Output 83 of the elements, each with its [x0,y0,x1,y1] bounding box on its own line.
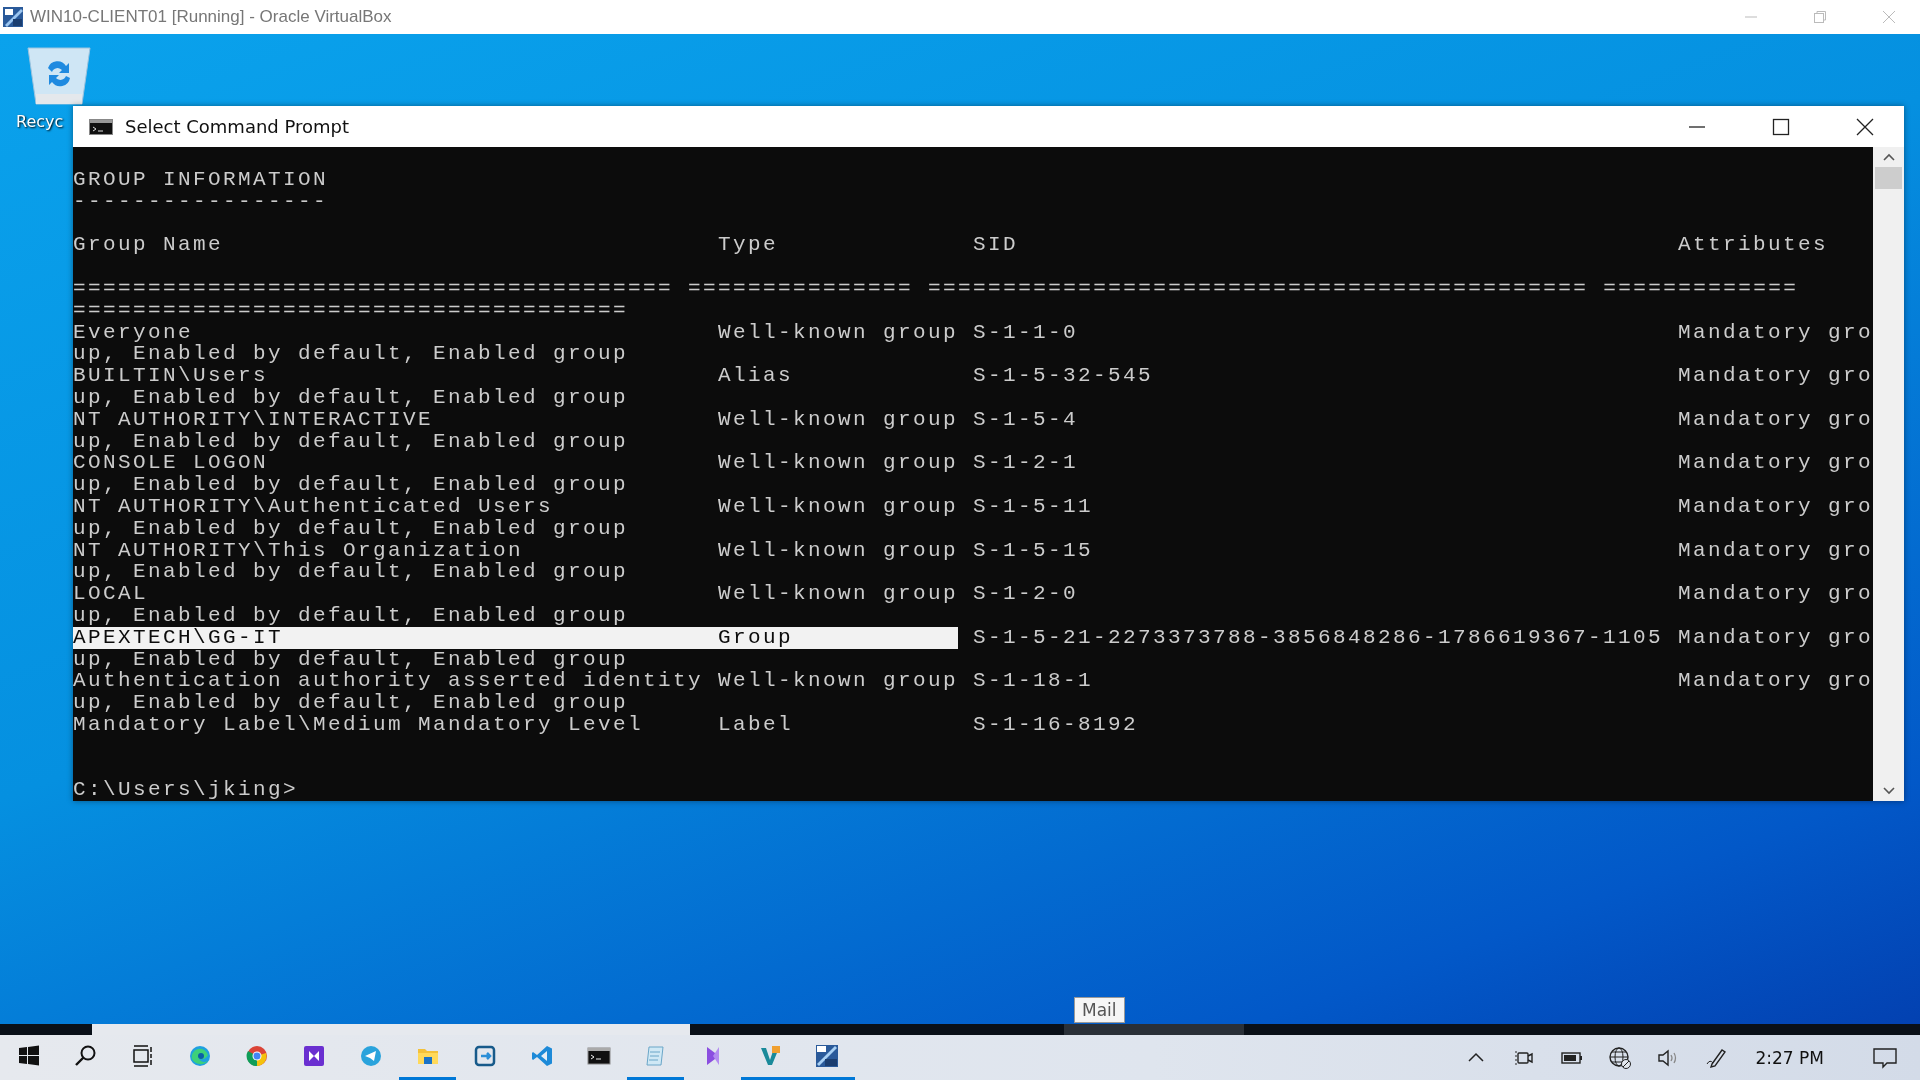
icon-label: Recyc [16,112,64,131]
virtualbox-icon [814,1044,839,1068]
scroll-up-icon[interactable] [1882,153,1895,161]
paper-plane-icon [358,1044,383,1068]
table-cell-text: S-1-2-0 [973,583,1079,605]
globe-icon[interactable] [1607,1045,1632,1070]
column-header: SID [973,234,1019,257]
browser-icon [187,1044,212,1068]
column-header: Attributes [1678,234,1829,257]
console-text: up, Enabled by default, Enabled group [73,386,629,409]
table-cell: Mandatory gro [1678,408,1873,431]
console-text: up, Enabled by default, Enabled group [73,343,629,366]
notification-icon[interactable] [1872,1045,1898,1070]
table-cell: Mandatory gro [1678,626,1873,649]
remote-app-icon [472,1044,497,1068]
table-cell-text: Label [718,713,794,736]
table-cell-text: BUILTIN\Users [73,365,270,387]
column-header: Type [718,234,779,257]
recycle-bin-icon [24,44,94,106]
console-text: ----------------- [73,190,329,213]
scrollbar[interactable] [1873,147,1904,801]
table-cell-text: S-1-2-1 [973,452,1079,475]
table-cell-text: Mandatory Label\Medium Mandatory Level [73,713,645,736]
table-cell: Group [718,626,958,649]
table-cell: Mandatory gro [1678,321,1873,344]
table-cell-text: Well-known group [718,452,960,475]
console-text: up, Enabled by default, Enabled group [73,517,629,540]
table-cell-text: Everyone [73,321,195,344]
terminal-icon [89,118,113,135]
terminal-icon [586,1044,611,1068]
table-cell: Mandatory gro [1678,670,1873,693]
table-cell-text: Authentication authority asserted identity [73,670,705,693]
window-title: Select Command Prompt [125,116,350,137]
console-text: ===================================== [73,299,629,322]
search-icon [73,1044,98,1068]
table-cell-text: S-1-5-21-2273373788-3856848286-1786619367-1105 [973,626,1665,649]
table-cell-text: S-1-5-11 [973,495,1095,518]
table-cell: APEXTECH\GG-IT [73,626,718,649]
table-cell-text: NT AUTHORITY\INTERACTIVE [73,408,435,431]
table-cell-text: S-1-5-15 [973,539,1095,562]
table-cell-text: Well-known group [718,495,960,518]
console-text: up, Enabled by default, Enabled group [73,648,629,671]
table-cell: Mandatory gro [1678,583,1873,605]
scroll-down-icon[interactable] [1882,787,1895,795]
tooltip: Mail [1074,997,1125,1023]
table-cell-text: S-1-16-8192 [973,713,1140,736]
table-cell-text: Well-known group [718,408,960,431]
table-cell-text: Well-known group [718,539,960,562]
clock-text[interactable]: 2:27 PM [1739,1047,1850,1068]
table-cell: Mandatory gro [1678,365,1873,387]
table-cell-text: S-1-5-4 [973,408,1079,431]
table-cell-text: Well-known group [718,670,960,693]
table-cell: Mandatory gro [1678,539,1873,562]
table-cell-text: Well-known group [718,583,960,605]
window-title: WIN10-CLIENT01 [Running] - Oracle VirtualBox [30,7,392,27]
media-app-icon [301,1044,326,1068]
console-text: ======================================== =============== ============================================ ============= [73,278,1799,300]
scroll-thumb[interactable] [1875,167,1902,189]
table-cell-text: S-1-1-0 [973,321,1079,344]
command-prompt[interactable]: C:\Users\jking> [73,779,299,801]
table-cell-text: Alias [718,365,794,387]
column-header: Group Name [73,234,225,257]
code-editor-icon [529,1044,554,1068]
table-cell-text: NT AUTHORITY\This Organization [73,539,525,562]
maximize-icon[interactable] [1772,117,1790,136]
table-cell: Mandatory gro [1678,452,1873,475]
table-cell-text: LOCAL [73,583,149,605]
console-text: up, Enabled by default, Enabled group [73,474,629,496]
table-cell-text: S-1-5-32-545 [973,365,1155,387]
windows-logo-icon [16,1044,41,1068]
table-cell-text: S-1-18-1 [973,670,1095,693]
browser-icon [244,1044,269,1068]
table-cell-text: CONSOLE LOGON [73,452,270,475]
table-cell: Mandatory gro [1678,495,1873,518]
table-cell-text: Well-known group [718,321,960,344]
console-text: up, Enabled by default, Enabled group [73,430,629,453]
close-icon[interactable] [1856,117,1874,136]
console-text: GROUP INFORMATION [73,169,329,191]
console-text: up, Enabled by default, Enabled group [73,604,629,627]
table-cell-text: NT AUTHORITY\Authenticated Users [73,495,555,518]
task-view-icon [130,1044,155,1068]
console-text: up, Enabled by default, Enabled group [73,561,629,584]
console-text: up, Enabled by default, Enabled group [73,692,629,714]
